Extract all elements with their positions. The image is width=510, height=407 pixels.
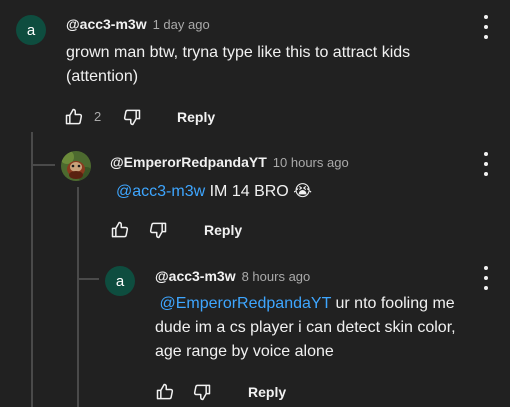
comment-text-line: dude im a cs player i can detect skin co…	[155, 319, 456, 336]
more-options-button[interactable]	[476, 266, 496, 290]
comment-text-content: IM 14 BRO	[205, 183, 289, 200]
more-vert-icon	[484, 266, 488, 270]
timestamp[interactable]: 10 hours ago	[273, 155, 349, 170]
thread-line	[31, 132, 33, 407]
comment-text-line: (attention)	[66, 68, 139, 85]
author-handle[interactable]: @acc3-m3w	[155, 268, 236, 284]
comment-text-content: ur nto fooling me	[331, 295, 455, 312]
thumbs-up-icon[interactable]	[64, 107, 84, 127]
reply-button[interactable]: Reply	[177, 109, 215, 125]
comment-text: @acc3-m3w IM 14 BRO 😭	[116, 180, 312, 204]
more-vert-icon	[484, 15, 488, 19]
like-count: 2	[94, 109, 102, 124]
comment-header: @acc3-m3w 1 day ago	[66, 16, 210, 32]
author-handle[interactable]: @EmperorRedpandaYT	[110, 154, 267, 170]
more-vert-icon	[484, 152, 488, 156]
thumbs-up-icon[interactable]	[110, 220, 130, 240]
thread-line-nested-curve	[77, 278, 99, 280]
comment-text-line: age range by voice alone	[155, 343, 334, 360]
comment-text-line: grown man btw, tryna type like this to a…	[66, 44, 411, 61]
comment-text-line: @EmperorRedpandaYT ur nto fooling me	[155, 292, 456, 316]
avatar[interactable]: a	[16, 15, 46, 45]
thumbs-down-icon[interactable]	[148, 220, 168, 240]
avatar[interactable]	[61, 151, 91, 181]
reply-button[interactable]: Reply	[204, 222, 242, 238]
loudly-crying-emoji: 😭	[293, 183, 312, 200]
comment-text: grown man btw, tryna type like this to a…	[66, 41, 410, 89]
timestamp[interactable]: 8 hours ago	[242, 269, 311, 284]
thread-line-nested	[77, 187, 79, 407]
reply-button[interactable]: Reply	[248, 384, 286, 400]
comment-header: @acc3-m3w 8 hours ago	[155, 268, 310, 284]
more-options-button[interactable]	[476, 15, 496, 39]
comment-header: @EmperorRedpandaYT 10 hours ago	[110, 154, 349, 170]
thumbs-down-icon[interactable]	[122, 107, 142, 127]
more-options-button[interactable]	[476, 152, 496, 176]
comment-text: @EmperorRedpandaYT ur nto fooling me dud…	[155, 292, 456, 364]
mention-link[interactable]: @acc3-m3w	[116, 183, 205, 200]
mention-link[interactable]: @EmperorRedpandaYT	[159, 295, 331, 312]
timestamp[interactable]: 1 day ago	[153, 17, 210, 32]
avatar[interactable]: a	[105, 266, 135, 296]
thumbs-down-icon[interactable]	[192, 382, 212, 402]
thread-line-curve	[31, 164, 55, 166]
red-panda-avatar-image	[61, 151, 91, 181]
author-handle[interactable]: @acc3-m3w	[66, 16, 147, 32]
thumbs-up-icon[interactable]	[155, 382, 175, 402]
